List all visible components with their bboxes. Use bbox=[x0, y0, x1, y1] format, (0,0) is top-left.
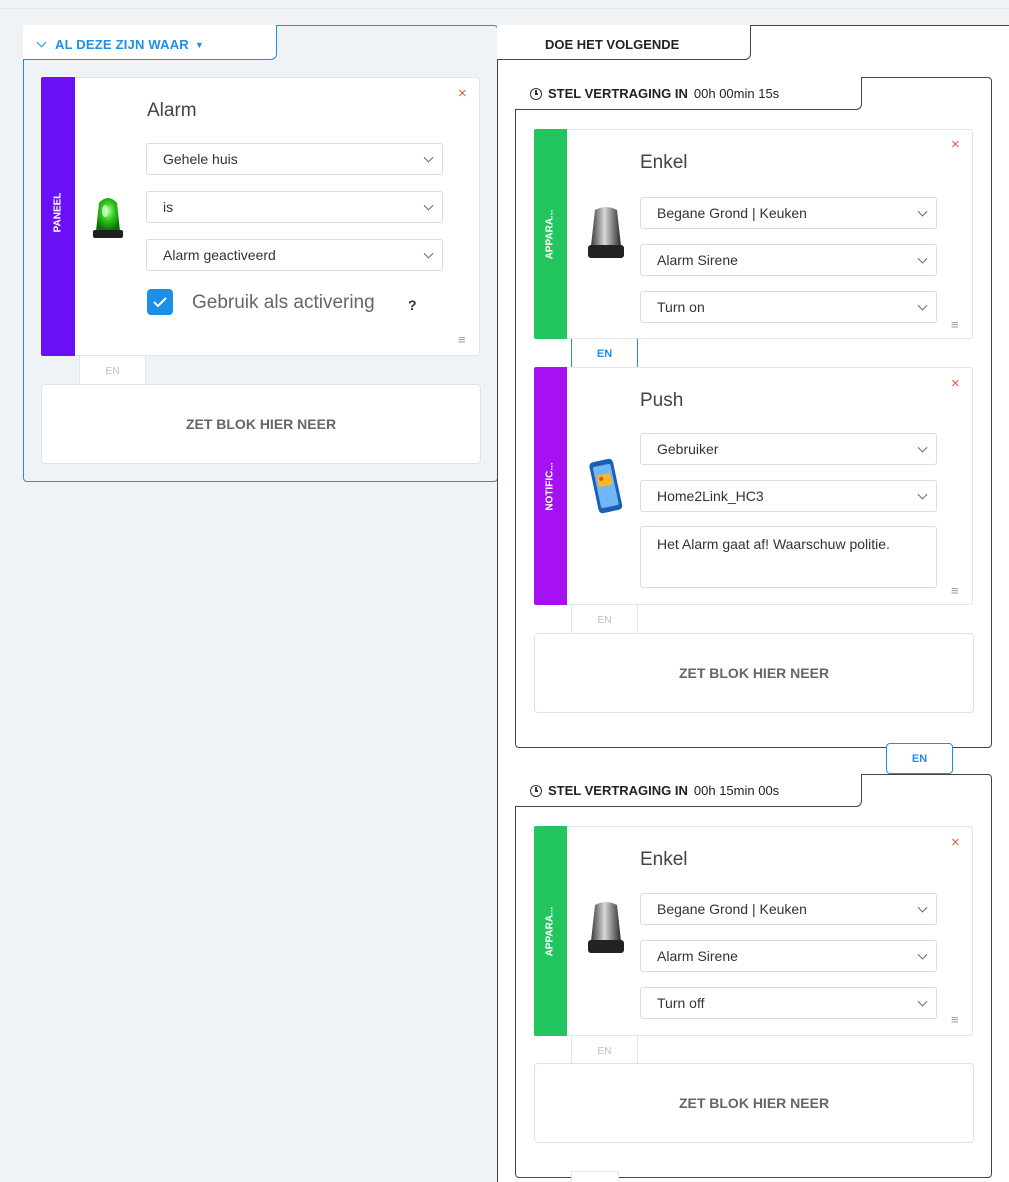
chevron-down-icon bbox=[917, 949, 928, 960]
location-select[interactable]: Begane Grond | Keuken bbox=[640, 893, 937, 925]
clock-icon bbox=[530, 87, 542, 100]
operator-select-value: is bbox=[163, 199, 174, 215]
drop-zone[interactable]: ZET BLOK HIER NEER bbox=[534, 633, 974, 713]
panel-block-title: Alarm bbox=[147, 100, 197, 121]
chevron-down-icon bbox=[423, 248, 434, 259]
and-connector-active: EN bbox=[886, 743, 953, 774]
state-select-value: Alarm geactiveerd bbox=[163, 247, 276, 263]
scope-select[interactable]: Gehele huis bbox=[146, 143, 443, 175]
chevron-down-icon bbox=[917, 300, 928, 311]
activation-checkbox-label: Gebruik als activering bbox=[192, 292, 375, 313]
green-siren-icon bbox=[91, 193, 125, 241]
recipient-select[interactable]: Home2Link_HC3 bbox=[640, 480, 937, 512]
action-select[interactable]: Turn on bbox=[640, 291, 937, 323]
and-connector-label: EN bbox=[597, 614, 612, 626]
user-select-value: Gebruiker bbox=[657, 441, 719, 457]
close-icon[interactable]: × bbox=[458, 86, 467, 101]
siren-icon bbox=[583, 899, 629, 957]
and-connector: EN bbox=[571, 605, 638, 636]
scope-select-value: Gehele huis bbox=[163, 151, 238, 167]
chevron-down-icon bbox=[917, 902, 928, 913]
close-icon[interactable]: × bbox=[951, 137, 960, 152]
device-select[interactable]: Alarm Sirene bbox=[640, 244, 937, 276]
and-connector-label: EN bbox=[596, 348, 613, 360]
activation-checkbox[interactable] bbox=[147, 289, 173, 315]
and-connector-label: EN bbox=[597, 1045, 612, 1057]
actions-header: DOE HET VOLGENDE bbox=[545, 37, 680, 52]
help-icon[interactable]: ? bbox=[408, 297, 417, 313]
notification-block-title: Push bbox=[640, 390, 684, 411]
chevron-down-icon bbox=[423, 152, 434, 163]
drop-zone[interactable]: ZET BLOK HIER NEER bbox=[534, 1063, 974, 1143]
chevron-down-icon bbox=[917, 442, 928, 453]
delay-value[interactable]: 00h 00min 15s bbox=[694, 86, 779, 101]
chevron-down-icon bbox=[917, 489, 928, 500]
delay-label: STEL VERTRAGING IN bbox=[548, 86, 688, 101]
delay-header[interactable]: STEL VERTRAGING IN 00h 00min 15s bbox=[530, 86, 779, 101]
top-divider bbox=[0, 8, 1009, 9]
and-connector-active: EN bbox=[571, 339, 638, 370]
delay-value[interactable]: 00h 15min 00s bbox=[694, 783, 779, 798]
action-select-value: Turn on bbox=[657, 299, 705, 315]
drop-zone-label: ZET BLOK HIER NEER bbox=[678, 1095, 830, 1111]
and-connector: EN bbox=[79, 356, 146, 387]
phone-notification-icon bbox=[586, 456, 626, 518]
chevron-down-icon bbox=[917, 996, 928, 1007]
device-type-label: APPARA... bbox=[544, 209, 556, 260]
device-block-sidebar[interactable]: APPARA... bbox=[534, 826, 567, 1036]
recipient-select-value: Home2Link_HC3 bbox=[657, 488, 764, 504]
drop-zone-label: ZET BLOK HIER NEER bbox=[678, 665, 830, 681]
device-block-sidebar[interactable]: APPARA... bbox=[534, 129, 567, 339]
condition-header[interactable]: AL DEZE ZIJN WAAR ▼ bbox=[36, 37, 204, 52]
panel-block-sidebar[interactable]: PANEEL bbox=[41, 77, 75, 356]
delay-label: STEL VERTRAGING IN bbox=[548, 783, 688, 798]
action-select[interactable]: Turn off bbox=[640, 987, 937, 1019]
drag-handle-icon[interactable]: ≡ bbox=[458, 333, 466, 346]
notification-block-sidebar[interactable]: NOTIFIC... bbox=[534, 367, 567, 605]
device-select[interactable]: Alarm Sirene bbox=[640, 940, 937, 972]
and-connector-label: EN bbox=[911, 752, 928, 765]
drag-handle-icon[interactable]: ≡ bbox=[951, 318, 959, 331]
chevron-down-icon bbox=[917, 206, 928, 217]
delay-header[interactable]: STEL VERTRAGING IN 00h 15min 00s bbox=[530, 783, 779, 798]
drag-handle-icon[interactable]: ≡ bbox=[951, 584, 959, 597]
operator-select[interactable]: is bbox=[146, 191, 443, 223]
caret-down-icon: ▼ bbox=[194, 39, 204, 50]
and-connector-label: EN bbox=[105, 365, 120, 377]
clock-icon bbox=[530, 784, 542, 797]
chevron-down-icon bbox=[36, 37, 47, 48]
device-block-title: Enkel bbox=[640, 152, 688, 173]
state-select[interactable]: Alarm geactiveerd bbox=[146, 239, 443, 271]
chevron-down-icon bbox=[423, 200, 434, 211]
panel-type-label: PANEEL bbox=[52, 192, 64, 233]
and-connector-stub bbox=[571, 1171, 619, 1182]
user-select[interactable]: Gebruiker bbox=[640, 433, 937, 465]
drop-zone-label: ZET BLOK HIER NEER bbox=[185, 416, 337, 432]
condition-header-label: AL DEZE ZIJN WAAR bbox=[55, 37, 189, 52]
device-type-label: APPARA... bbox=[544, 906, 556, 957]
device-select-value: Alarm Sirene bbox=[657, 252, 738, 268]
location-select-value: Begane Grond | Keuken bbox=[657, 205, 807, 221]
message-textarea[interactable]: Het Alarm gaat af! Waarschuw politie. bbox=[640, 526, 937, 588]
location-select[interactable]: Begane Grond | Keuken bbox=[640, 197, 937, 229]
siren-icon bbox=[583, 204, 629, 262]
device-block-title: Enkel bbox=[640, 849, 688, 870]
location-select-value: Begane Grond | Keuken bbox=[657, 901, 807, 917]
drag-handle-icon[interactable]: ≡ bbox=[951, 1013, 959, 1026]
device-select-value: Alarm Sirene bbox=[657, 948, 738, 964]
action-select-value: Turn off bbox=[657, 995, 705, 1011]
check-icon bbox=[153, 297, 167, 308]
close-icon[interactable]: × bbox=[951, 376, 960, 391]
close-icon[interactable]: × bbox=[951, 835, 960, 850]
chevron-down-icon bbox=[917, 253, 928, 264]
drop-zone[interactable]: ZET BLOK HIER NEER bbox=[41, 384, 481, 464]
notification-type-label: NOTIFIC... bbox=[544, 462, 556, 511]
